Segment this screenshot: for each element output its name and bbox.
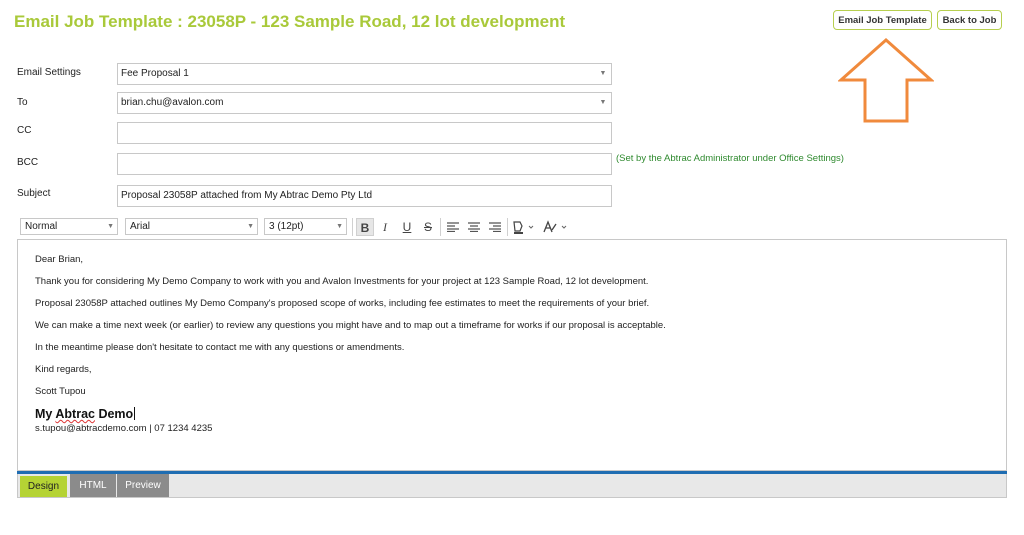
strikethrough-button[interactable]: S: [419, 218, 437, 236]
size-select[interactable]: 3 (12pt) ▼: [264, 218, 347, 235]
italic-button[interactable]: I: [376, 218, 394, 236]
email-settings-label: Email Settings: [17, 67, 81, 78]
font-value: Arial: [130, 221, 151, 232]
font-select[interactable]: Arial ▼: [125, 218, 258, 235]
text-caret: [134, 407, 136, 420]
email-job-template-button[interactable]: Email Job Template: [833, 10, 932, 30]
signature-company-prefix: My: [35, 407, 56, 421]
toolbar-divider: [352, 218, 353, 236]
signature-company-word: Abtrac: [55, 407, 95, 421]
toolbar-divider: [440, 218, 441, 236]
signature-company: My Abtrac Demo: [35, 407, 136, 421]
email-settings-select[interactable]: Fee Proposal 1 ▼: [117, 63, 612, 85]
email-body-editor[interactable]: Dear Brian, Thank you for considering My…: [17, 239, 1007, 471]
format-value: Normal: [25, 221, 58, 232]
body-greeting: Dear Brian,: [35, 254, 84, 265]
signature-company-suffix: Demo: [94, 407, 134, 421]
chevron-down-icon: ▼: [336, 223, 343, 230]
cc-label: CC: [17, 125, 32, 136]
align-left-icon[interactable]: [444, 218, 462, 236]
bcc-label: BCC: [17, 157, 39, 168]
body-paragraph: Proposal 23058P attached outlines My Dem…: [35, 298, 650, 309]
underline-button[interactable]: U: [398, 218, 416, 236]
cc-input[interactable]: [117, 122, 612, 144]
chevron-down-icon: ▼: [107, 223, 114, 230]
body-paragraph: Thank you for considering My Demo Compan…: [35, 276, 649, 287]
to-select[interactable]: brian.chu@avalon.com ▼: [117, 92, 612, 114]
back-to-job-button[interactable]: Back to Job: [937, 10, 1002, 30]
subject-input[interactable]: Proposal 23058P attached from My Abtrac …: [117, 185, 612, 207]
align-right-icon[interactable]: [486, 218, 504, 236]
fill-color-icon[interactable]: [511, 218, 535, 236]
page-title: Email Job Template : 23058P - 123 Sample…: [14, 12, 566, 31]
chevron-down-icon: ▼: [599, 99, 607, 106]
bcc-input[interactable]: [117, 153, 612, 175]
font-color-icon[interactable]: [540, 218, 568, 236]
signature-contact: s.tupou@abtracdemo.com | 07 1234 4235: [35, 423, 213, 434]
size-value: 3 (12pt): [269, 221, 304, 232]
annotation-arrow-icon: [838, 38, 934, 123]
tab-html[interactable]: HTML: [70, 474, 116, 497]
editor-mode-tabs: Design HTML Preview: [17, 474, 1007, 498]
chevron-down-icon: ▼: [247, 223, 254, 230]
body-paragraph: We can make a time next week (or earlier…: [35, 320, 666, 331]
format-select[interactable]: Normal ▼: [20, 218, 118, 235]
toolbar-divider: [507, 218, 508, 236]
body-closing: Kind regards,: [35, 364, 92, 375]
bold-button[interactable]: B: [356, 218, 374, 236]
body-sender: Scott Tupou: [35, 386, 86, 397]
to-label: To: [17, 97, 28, 108]
email-settings-value: Fee Proposal 1: [121, 68, 189, 79]
align-center-icon[interactable]: [465, 218, 483, 236]
to-value: brian.chu@avalon.com: [121, 97, 224, 108]
tab-preview[interactable]: Preview: [117, 474, 169, 497]
subject-label: Subject: [17, 188, 51, 199]
body-paragraph: In the meantime please don't hesitate to…: [35, 342, 405, 353]
chevron-down-icon: ▼: [599, 70, 607, 77]
bcc-note: (Set by the Abtrac Administrator under O…: [616, 153, 844, 164]
tab-design[interactable]: Design: [20, 476, 67, 497]
